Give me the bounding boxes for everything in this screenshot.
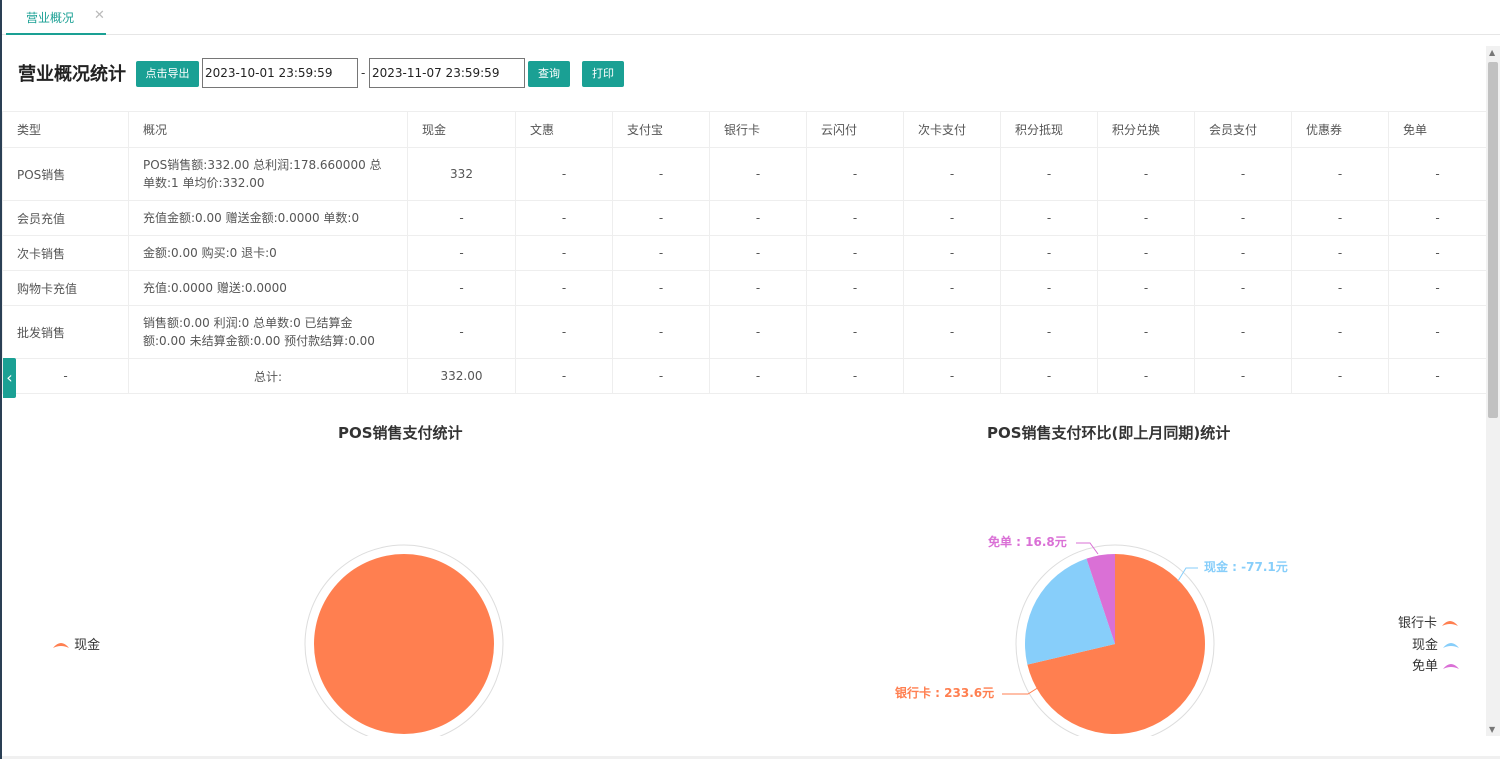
- data-label-bank-card: 银行卡 : 233.6元: [895, 685, 994, 700]
- chevron-left-icon[interactable]: ‹: [3, 358, 16, 398]
- data-label-cash: 现金 : -77.1元: [1204, 559, 1288, 574]
- tab-bar: 营业概况 ✕: [2, 0, 1500, 35]
- data-label-free: 免单 : 16.8元: [988, 534, 1067, 549]
- charts-canvas: 免单 : 16.8元 现金 : -77.1元 银行卡 : 233.6元: [304, 534, 1288, 736]
- main-content: 营业概况统计 点击导出 - 查询 打印 类型 概况 现金 文惠 支付宝 银行卡: [2, 46, 1486, 736]
- close-icon[interactable]: ✕: [94, 8, 105, 23]
- leader-line-free: [1076, 542, 1099, 555]
- tab-label: 营业概况: [26, 11, 75, 25]
- vertical-scrollbar[interactable]: ▲ ▼: [1486, 46, 1500, 736]
- tab-business-overview[interactable]: 营业概况 ✕: [6, 0, 106, 35]
- scrollbar-thumb[interactable]: [1488, 62, 1498, 418]
- pie-slice-cash[interactable]: [314, 554, 494, 734]
- scroll-up-icon[interactable]: ▲: [1489, 48, 1495, 57]
- scroll-down-icon[interactable]: ▼: [1489, 725, 1495, 734]
- app-frame: 营业概况 ✕ 营业概况统计 点击导出 - 查询 打印 类型 概况 现金 文惠: [0, 0, 1500, 759]
